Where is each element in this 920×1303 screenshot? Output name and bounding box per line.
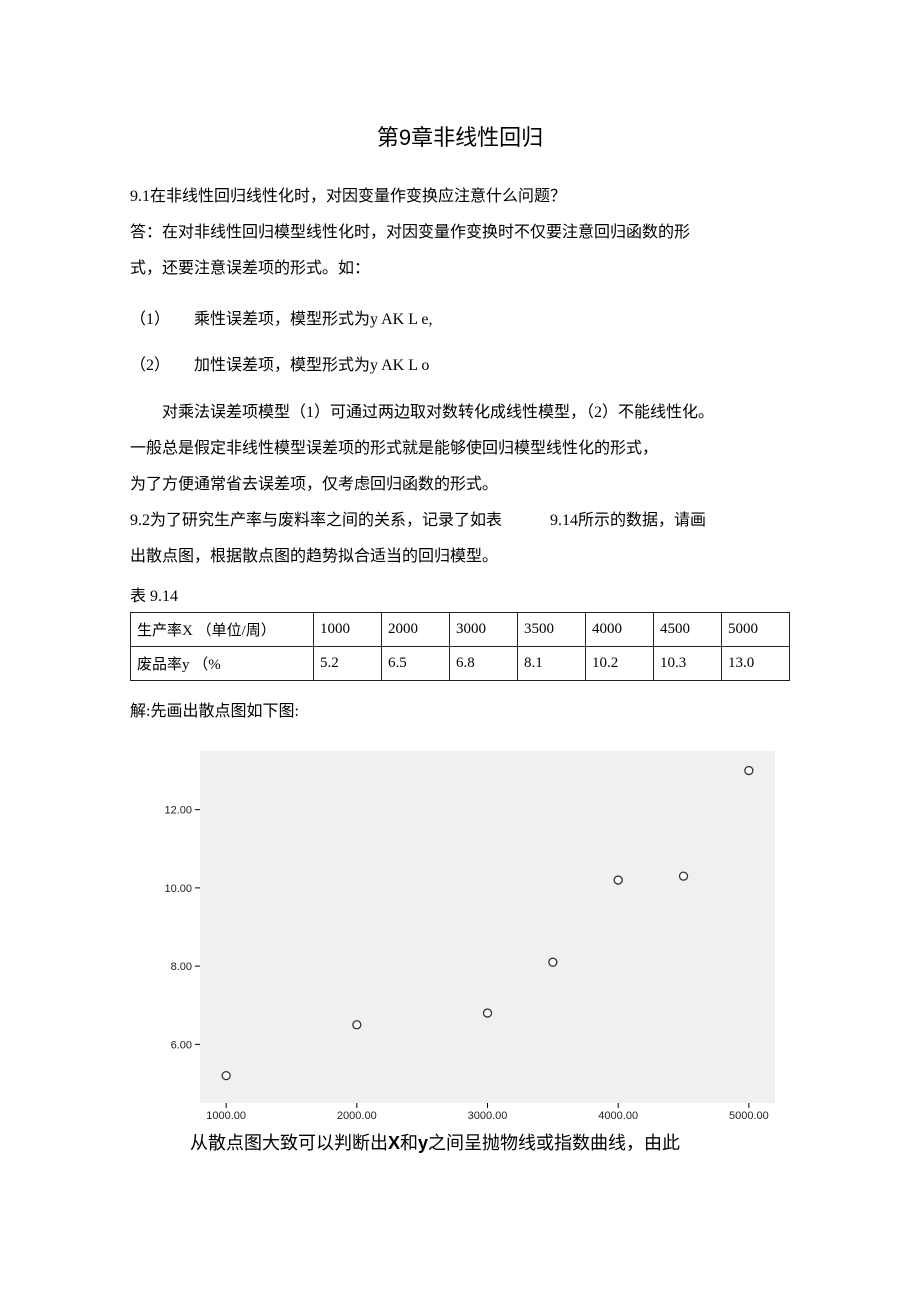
cell: 4000 [586,613,654,647]
cell: 3000 [450,613,518,647]
svg-text:2000.00: 2000.00 [337,1110,377,1122]
q2-line1: 9.2为了研究生产率与废料率之间的关系，记录了如表 9.14所示的数据，请画 [130,504,790,538]
document-page: 第9章非线性回归 9.1在非线性回归线性化时，对因变量作变换应注意什么问题？ 答… [0,0,920,1303]
discussion-line3: 为了方便通常省去误差项，仅考虑回归函数的形式。 [130,468,790,502]
row2-head: 废品率y （% [131,647,314,681]
conclusion-pre: 从散点图大致可以判断出 [190,1133,388,1153]
cell: 10.2 [586,647,654,681]
svg-text:6.00: 6.00 [171,1039,192,1051]
q1-answer-line1: 答：在对非线性回归模型线性化时，对因变量作变换时不仅要注意回归函数的形 [130,216,790,250]
cell: 1000 [314,613,382,647]
table-row: 生产率X （单位/周） 1000 2000 3000 3500 4000 450… [131,613,790,647]
scatter-chart: 6.00 8.00 10.00 12.00 1000.00 2000.00 3000.00 4… [130,741,785,1131]
conclusion-y: y [418,1133,428,1153]
answer-intro: 解:先画出散点图如下图: [130,697,790,721]
discussion-line2: 一般总是假定非线性模型误差项的形式就是能够使回归模型线性化的形式， [130,432,790,466]
q2-line1a: 9.2为了研究生产率与废料率之间的关系，记录了如表 [130,512,502,529]
table-label: 表 9.14 [130,582,790,606]
table-row: 废品率y （% 5.2 6.5 6.8 8.1 10.2 10.3 13.0 [131,647,790,681]
conclusion-x: X [388,1133,400,1153]
item-1-num: （1） [130,308,190,332]
svg-text:1000.00: 1000.00 [206,1110,246,1122]
cell: 6.8 [450,647,518,681]
svg-text:3000.00: 3000.00 [468,1110,508,1122]
svg-text:5000.00: 5000.00 [729,1110,769,1122]
data-table: 生产率X （单位/周） 1000 2000 3000 3500 4000 450… [130,612,790,681]
cell: 5.2 [314,647,382,681]
cell: 5000 [722,613,790,647]
chapter-title: 第9章非线性回归 [130,120,790,152]
q1-answer-line2: 式，还要注意误差项的形式。如： [130,252,790,286]
svg-text:4000.00: 4000.00 [598,1110,638,1122]
cell: 2000 [382,613,450,647]
cell: 13.0 [722,647,790,681]
conclusion-mid: 和 [400,1133,418,1153]
cell: 8.1 [518,647,586,681]
svg-text:8.00: 8.00 [171,961,192,973]
cell: 4500 [654,613,722,647]
item-2-num: （2） [130,354,190,378]
chart-conclusion: 从散点图大致可以判断出X和y之间呈抛物线或指数曲线，由此 [130,1129,790,1155]
item-2-text: 加性误差项，模型形式为y AK L o [194,357,429,374]
conclusion-post: 之间呈抛物线或指数曲线，由此 [428,1133,680,1153]
chart-svg: 6.00 8.00 10.00 12.00 1000.00 2000.00 3000.00 4… [130,741,785,1131]
cell: 3500 [518,613,586,647]
discussion-line1: 对乘法误差项模型（1）可通过两边取对数转化成线性模型，（2）不能线性化。 [130,396,790,430]
cell: 6.5 [382,647,450,681]
svg-text:12.00: 12.00 [164,805,192,817]
svg-text:10.00: 10.00 [164,883,192,895]
item-2: （2） 加性误差项，模型形式为y AK L o [130,354,790,378]
q1-prompt: 9.1在非线性回归线性化时，对因变量作变换应注意什么问题？ [130,180,790,214]
q2-line1b: 9.14所示的数据，请画 [550,512,706,529]
q2-line2: 出散点图，根据散点图的趋势拟合适当的回归模型。 [130,540,790,574]
item-1: （1） 乘性误差项，模型形式为y AK L e, [130,308,790,332]
row1-head: 生产率X （单位/周） [131,613,314,647]
cell: 10.3 [654,647,722,681]
item-1-text: 乘性误差项，模型形式为y AK L e, [194,311,433,328]
